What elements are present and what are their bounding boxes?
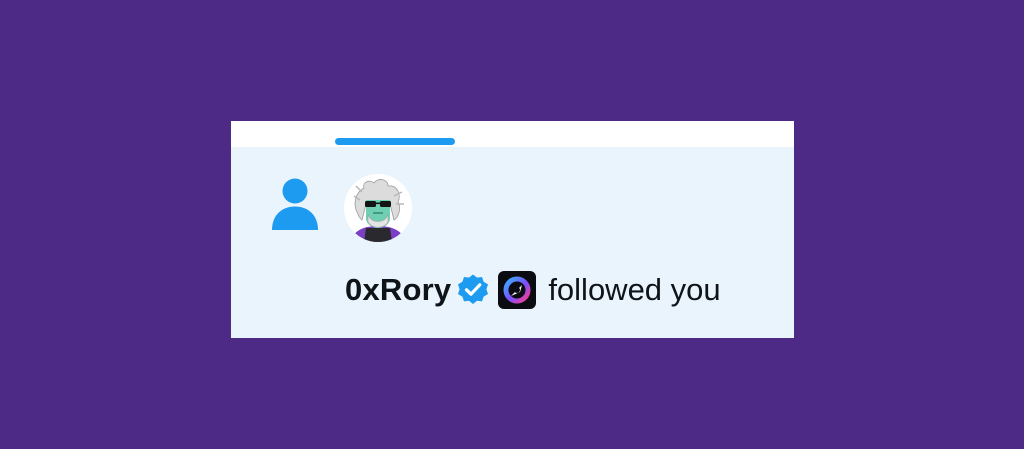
active-tab-indicator [335,138,455,145]
notification-card[interactable]: 0xRory followed you [231,121,794,338]
tab-strip [231,121,794,147]
user-avatar[interactable] [344,174,412,242]
affiliate-logo-icon[interactable] [498,271,537,309]
avatar-image [344,174,412,242]
notification-action-text: followed you [548,272,721,307]
notification-text-row: 0xRory followed you [345,271,721,309]
person-icon [272,178,318,230]
verified-badge-icon[interactable] [456,273,490,307]
user-name-link[interactable]: 0xRory [345,272,451,308]
